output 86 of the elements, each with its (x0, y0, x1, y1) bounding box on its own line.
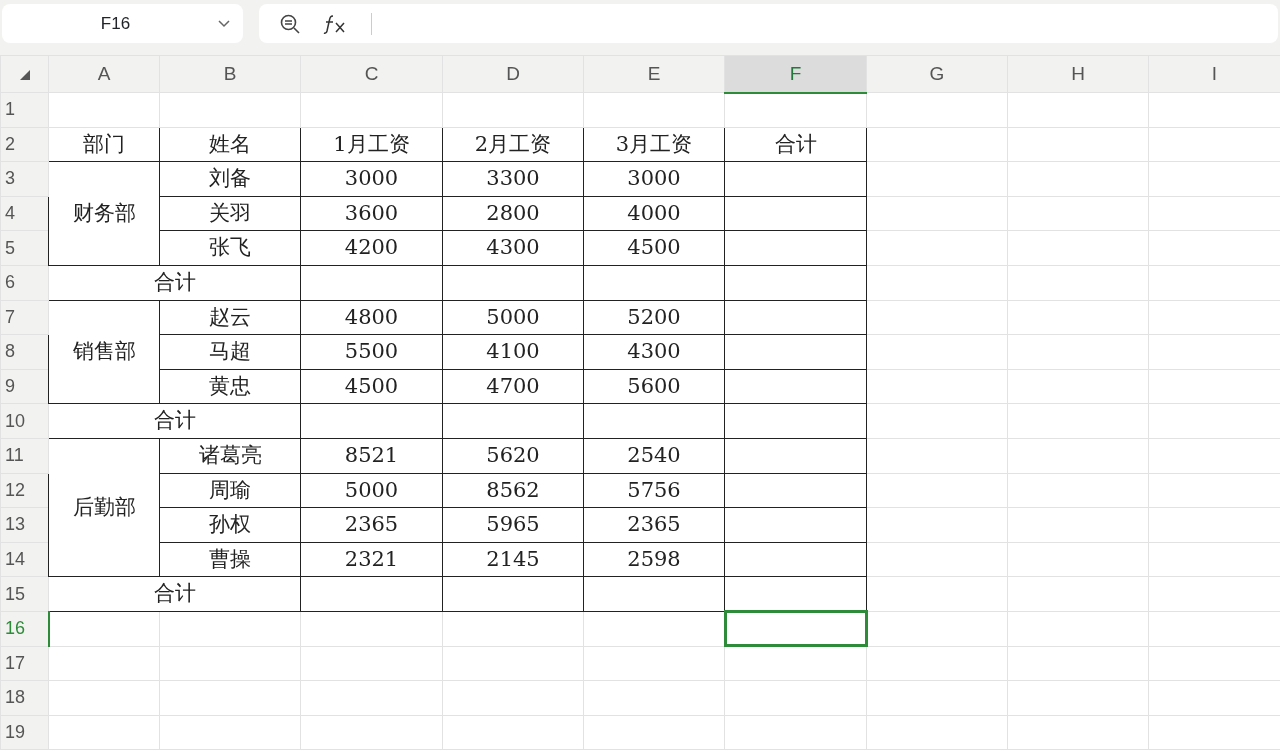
name-cell: 刘备 (209, 166, 251, 191)
subtotal-label: 合计 (153, 408, 196, 433)
column-heading: 合计 (774, 131, 817, 156)
salary-cell: 4800 (344, 304, 399, 329)
salary-cell: 4500 (344, 373, 399, 398)
salary-cell: 4000 (627, 200, 681, 225)
subtotal-label: 合计 (153, 581, 196, 606)
salary-cell: 8562 (486, 477, 540, 502)
row-header[interactable]: 6 (0, 265, 49, 301)
salary-cell: 4300 (486, 235, 540, 260)
row-header[interactable]: 7 (0, 300, 49, 335)
row-header[interactable]: 10 (0, 403, 49, 439)
row-header[interactable]: 9 (0, 369, 49, 404)
department-cell: 财务部 (72, 200, 136, 225)
column-heading: 3月工资 (615, 131, 693, 156)
name-cell: 周瑜 (209, 477, 251, 502)
salary-cell: 2145 (486, 546, 540, 571)
column-header[interactable]: E (583, 55, 725, 93)
salary-cell: 4100 (486, 339, 540, 364)
row-header[interactable]: 17 (0, 646, 49, 681)
name-cell: 马超 (209, 339, 251, 364)
zoom-icon[interactable] (279, 12, 301, 35)
chevron-down-icon (217, 18, 231, 29)
row-header[interactable]: 12 (0, 473, 49, 508)
cell-reference: F16 (99, 12, 132, 35)
row-header[interactable]: 18 (0, 680, 49, 716)
name-cell: 张飞 (209, 235, 251, 260)
salary-cell: 5620 (486, 443, 540, 467)
name-cell: 黄忠 (209, 373, 251, 398)
name-cell: 曹操 (209, 546, 251, 571)
selected-cell[interactable] (724, 611, 867, 646)
column-heading: 1月工资 (333, 131, 410, 156)
salary-cell: 4300 (627, 339, 681, 364)
row-header[interactable]: 16 (0, 611, 49, 646)
salary-cell: 2321 (344, 546, 399, 571)
column-header[interactable]: G (866, 55, 1008, 93)
column-heading: 2月工资 (474, 131, 552, 156)
row-header[interactable]: 4 (0, 196, 49, 231)
select-all-icon[interactable] (19, 69, 30, 80)
salary-cell: 5500 (344, 339, 399, 364)
salary-cell: 4200 (344, 235, 399, 260)
row-header[interactable]: 13 (0, 507, 49, 543)
salary-cell: 5000 (344, 477, 399, 502)
salary-cell: 3600 (344, 200, 399, 225)
column-header[interactable]: A (48, 55, 160, 93)
salary-cell: 5600 (627, 373, 681, 398)
salary-cell: 2365 (344, 512, 399, 537)
salary-cell: 5000 (486, 304, 540, 329)
salary-cell: 4700 (486, 373, 540, 398)
row-header[interactable]: 1 (0, 92, 49, 128)
salary-cell: 2598 (627, 546, 681, 571)
column-header[interactable]: B (159, 55, 301, 93)
column-header[interactable]: C (300, 55, 443, 93)
salary-cell: 2800 (486, 200, 540, 225)
salary-cell: 3000 (344, 166, 399, 191)
column-header[interactable]: F (724, 55, 867, 93)
column-header[interactable]: D (442, 55, 584, 93)
department-cell: 后勤部 (72, 494, 136, 519)
name-box[interactable]: F16 (2, 4, 243, 43)
salary-cell: 5756 (627, 477, 681, 502)
subtotal-label: 合计 (153, 270, 196, 294)
row-header[interactable]: 3 (0, 161, 49, 197)
salary-cell: 5965 (486, 512, 540, 537)
name-cell: 赵云 (209, 304, 251, 329)
row-header[interactable]: 14 (0, 542, 49, 577)
name-cell: 孙权 (209, 512, 251, 537)
salary-cell: 3000 (627, 166, 681, 191)
name-cell: 关羽 (209, 200, 251, 225)
salary-cell: 8521 (344, 443, 399, 467)
salary-cell: 3300 (486, 166, 540, 191)
salary-cell: 2365 (627, 512, 681, 537)
row-header[interactable]: 11 (0, 438, 49, 474)
column-header[interactable]: I (1148, 55, 1280, 93)
row-header[interactable]: 5 (0, 230, 49, 266)
salary-cell: 4500 (627, 235, 681, 260)
column-header[interactable]: H (1007, 55, 1149, 93)
row-header[interactable]: 15 (0, 576, 49, 612)
row-header[interactable]: 8 (0, 334, 49, 370)
department-cell: 销售部 (72, 339, 136, 364)
row-header[interactable]: 19 (0, 715, 49, 750)
salary-cell: 2540 (627, 443, 681, 467)
salary-cell: 5200 (627, 304, 681, 329)
column-heading: 部门 (83, 131, 125, 156)
name-cell: 诸葛亮 (198, 443, 262, 467)
column-heading: 姓名 (209, 131, 251, 156)
row-header[interactable]: 2 (0, 127, 49, 162)
